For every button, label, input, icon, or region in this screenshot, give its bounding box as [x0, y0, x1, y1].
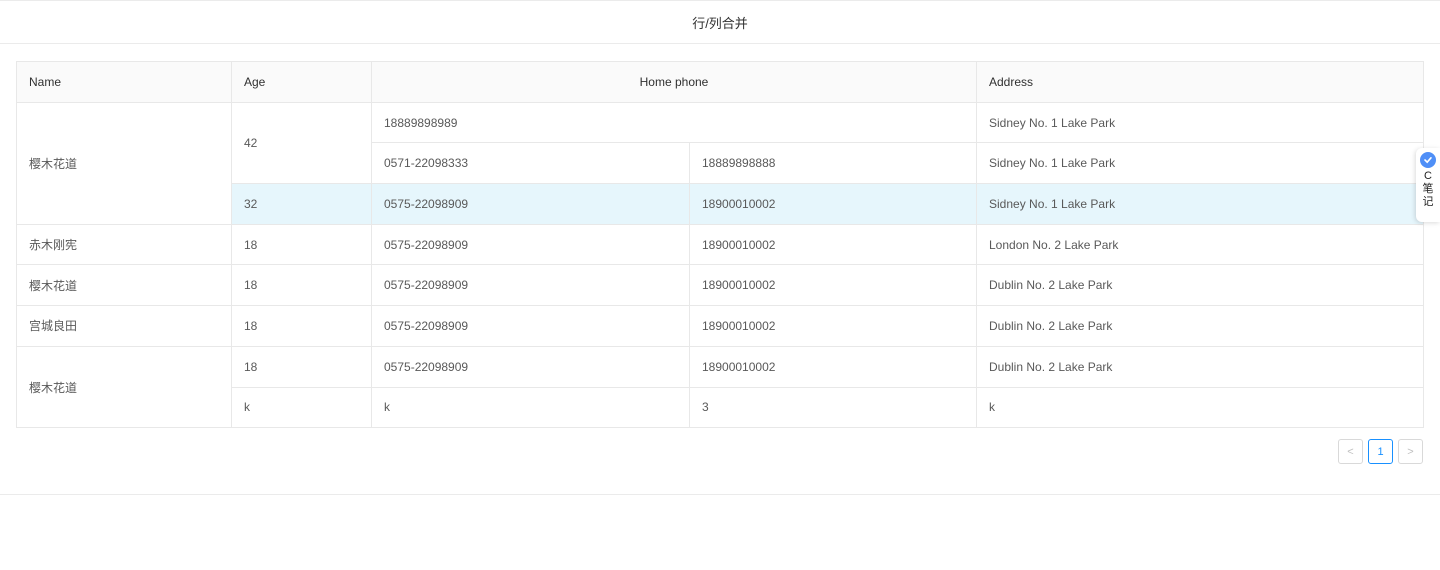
cell-address: k	[976, 386, 1424, 429]
cell-mobile: 18900010002	[689, 345, 977, 388]
chevron-left-icon: <	[1347, 445, 1354, 458]
cell-phone: 0571-22098333	[371, 142, 690, 185]
cell-address: London No. 2 Lake Park	[976, 223, 1424, 266]
pagination: < 1 >	[1338, 439, 1423, 464]
cell-phone: k	[371, 386, 690, 429]
table-row[interactable]: 樱木花道 42 18889898989 Sidney No. 1 Lake Pa…	[16, 101, 1424, 225]
cell-phone: 0575-22098909	[371, 264, 690, 307]
cell-age: 18	[231, 223, 372, 266]
cell-age: k	[231, 386, 372, 429]
cell-name: 樱木花道	[16, 101, 232, 225]
table-row[interactable]: 赤木刚宪 18 0575-22098909 18900010002 London…	[16, 223, 1424, 266]
chevron-right-icon: >	[1407, 445, 1414, 458]
header-age: Age	[231, 61, 372, 103]
cell-home-phone: 18889898989	[371, 101, 977, 144]
cell-address: Dublin No. 2 Lake Park	[976, 264, 1424, 307]
cell-age: 18	[231, 264, 372, 307]
cell-age: 18	[231, 305, 372, 347]
table-header-row: Name Age Home phone Address	[16, 61, 1424, 103]
cell-address: Dublin No. 2 Lake Park	[976, 305, 1424, 347]
table-row[interactable]: 樱木花道 18 0575-22098909 18900010002 Dublin…	[16, 345, 1424, 429]
cell-address: Sidney No. 1 Lake Park	[976, 101, 1424, 144]
header-home-phone: Home phone	[371, 61, 977, 103]
cell-phone: 0575-22098909	[371, 223, 690, 266]
page-1-button[interactable]: 1	[1368, 439, 1393, 464]
table-row[interactable]: 樱木花道 18 0575-22098909 18900010002 Dublin…	[16, 264, 1424, 307]
header-name: Name	[16, 61, 232, 103]
cell-mobile: 18900010002	[689, 264, 977, 307]
cell-age: 42	[231, 101, 372, 185]
cell-mobile: 18900010002	[689, 223, 977, 266]
header-address: Address	[976, 61, 1424, 103]
cell-name: 樱木花道	[16, 345, 232, 429]
next-page-button[interactable]: >	[1398, 439, 1423, 464]
cell-mobile: 3	[689, 386, 977, 429]
cell-phone: 0575-22098909	[371, 183, 690, 225]
note-widget-label: C笔记	[1422, 170, 1434, 208]
cell-name: 樱木花道	[16, 264, 232, 307]
divider	[0, 494, 1440, 495]
cell-age: 32	[231, 183, 372, 225]
table-row[interactable]: 宫城良田 18 0575-22098909 18900010002 Dublin…	[16, 305, 1424, 347]
note-icon	[1420, 152, 1436, 168]
cell-name: 赤木刚宪	[16, 223, 232, 266]
cell-mobile: 18900010002	[689, 305, 977, 347]
cell-address: Dublin No. 2 Lake Park	[976, 345, 1424, 388]
cell-address: Sidney No. 1 Lake Park	[976, 142, 1424, 185]
cell-address: Sidney No. 1 Lake Park	[976, 183, 1424, 225]
cell-phone: 0575-22098909	[371, 305, 690, 347]
cell-name: 宫城良田	[16, 305, 232, 347]
page-title-text: 行/列合并	[692, 15, 748, 31]
merged-table: Name Age Home phone Address 樱木花道 42 1888…	[16, 61, 1424, 429]
cell-mobile: 18900010002	[689, 183, 977, 225]
prev-page-button[interactable]: <	[1338, 439, 1363, 464]
cell-phone: 0575-22098909	[371, 345, 690, 388]
page-title: 行/列合并	[0, 0, 1440, 44]
cell-age: 18	[231, 345, 372, 388]
cell-mobile: 18889898888	[689, 142, 977, 185]
note-widget[interactable]: C笔记	[1416, 148, 1440, 222]
